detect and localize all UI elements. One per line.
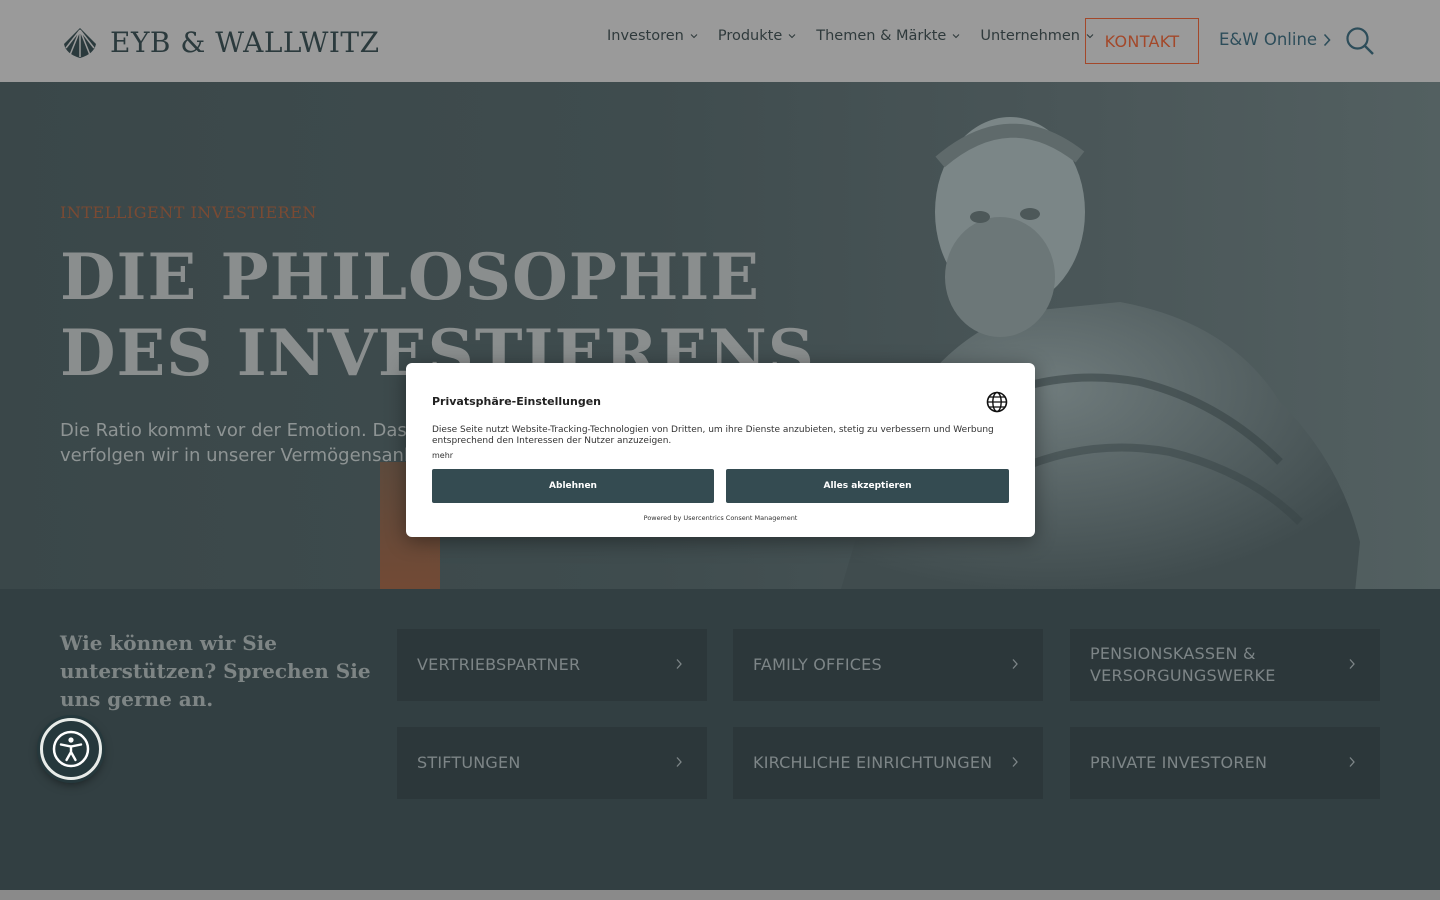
decline-button[interactable]: Ablehnen [432, 469, 714, 503]
card-family-offices[interactable]: FAMILY OFFICES [733, 629, 1043, 701]
card-pensionskassen[interactable]: PENSIONSKASSEN & VERSORGUNGSWERKE [1070, 629, 1380, 701]
nav-produkte[interactable]: Produkte [718, 28, 796, 44]
powered-by-text: Powered by Usercentrics Consent Manageme… [643, 514, 798, 522]
chevron-down-icon [690, 34, 698, 39]
card-private-investoren[interactable]: PRIVATE INVESTOREN [1070, 727, 1380, 799]
chevron-right-icon [1349, 659, 1355, 669]
hero-eyebrow: INTELLIGENT INVESTIEREN [60, 203, 317, 222]
chevron-right-icon [1349, 757, 1355, 767]
globe-language-icon[interactable] [986, 391, 1008, 413]
nav-label: Unternehmen [980, 28, 1080, 44]
search-icon[interactable] [1345, 26, 1375, 56]
nav-unternehmen[interactable]: Unternehmen [980, 28, 1094, 44]
consent-description: Diese Seite nutzt Website-Tracking-Techn… [432, 425, 994, 446]
accessibility-button[interactable] [40, 718, 102, 780]
accessibility-icon [52, 730, 90, 768]
logo[interactable]: EYB & WALLWITZ [60, 24, 380, 60]
support-section: Wie können wir Sie unterstützen? Spreche… [0, 589, 1440, 890]
ew-online-link[interactable]: E&W Online [1219, 30, 1331, 49]
chevron-right-icon [676, 757, 682, 767]
chevron-right-icon [1323, 33, 1331, 46]
shell-logo-icon [64, 28, 96, 58]
chevron-down-icon [952, 34, 960, 39]
card-label: VERTRIEBSPARTNER [417, 655, 581, 674]
nav-label: Produkte [717, 28, 783, 44]
card-label: STIFTUNGEN [417, 753, 521, 772]
site-header: EYB & WALLWITZ Investoren Produkte Theme… [0, 0, 1440, 82]
logo-text: EYB & WALLWITZ [110, 25, 380, 59]
card-vertriebspartner[interactable]: VERTRIEBSPARTNER [397, 629, 707, 701]
nav-investoren[interactable]: Investoren [607, 28, 698, 44]
main-nav: Investoren Produkte Themen & Märkte Unte… [607, 28, 1094, 44]
chevron-right-icon [1012, 757, 1018, 767]
card-label: KIRCHLICHE EINRICHTUNGEN [753, 753, 993, 772]
consent-title: Privatsphäre-Einstellungen [432, 395, 601, 408]
card-label: FAMILY OFFICES [753, 655, 882, 674]
nav-themen-maerkte[interactable]: Themen & Märkte [816, 28, 960, 44]
chevron-down-icon [788, 34, 796, 39]
card-label: PRIVATE INVESTOREN [1090, 753, 1268, 772]
nav-label: Investoren [607, 28, 684, 44]
consent-more-link[interactable]: mehr [432, 451, 453, 460]
consent-dialog: Privatsphäre-Einstellungen Diese Seite n… [406, 363, 1035, 537]
card-stiftungen[interactable]: STIFTUNGEN [397, 727, 707, 799]
support-title: Wie können wir Sie unterstützen? Spreche… [60, 631, 371, 711]
card-label: PENSIONSKASSEN & VERSORGUNGSWERKE [1090, 644, 1276, 685]
ew-online-label: E&W Online [1219, 30, 1318, 49]
chevron-right-icon [1012, 659, 1018, 669]
nav-label: Themen & Märkte [816, 28, 947, 44]
accept-all-button[interactable]: Alles akzeptieren [726, 469, 1009, 503]
footer-strip [0, 890, 1440, 900]
card-kirchliche-einrichtungen[interactable]: KIRCHLICHE EINRICHTUNGEN [733, 727, 1043, 799]
chevron-right-icon [676, 659, 682, 669]
contact-button[interactable]: KONTAKT [1085, 18, 1199, 64]
